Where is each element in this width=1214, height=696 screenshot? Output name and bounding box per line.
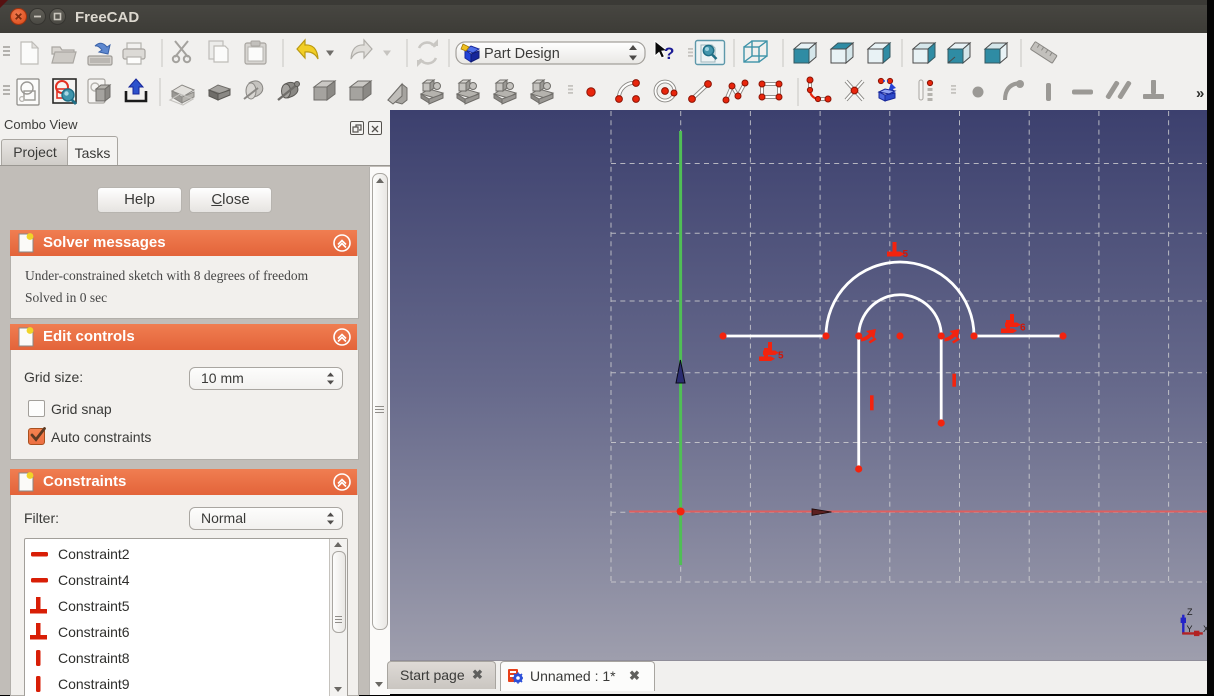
svg-text:Z: Z: [1187, 607, 1193, 617]
svg-text:5: 5: [903, 249, 909, 260]
svg-text:»: »: [1196, 85, 1204, 102]
svg-text:Y: Y: [1187, 624, 1193, 634]
svg-text:5: 5: [778, 351, 784, 362]
svg-text:Part Design: Part Design: [484, 46, 560, 62]
svg-text:6: 6: [1020, 323, 1026, 334]
svg-text:?: ?: [664, 44, 674, 63]
